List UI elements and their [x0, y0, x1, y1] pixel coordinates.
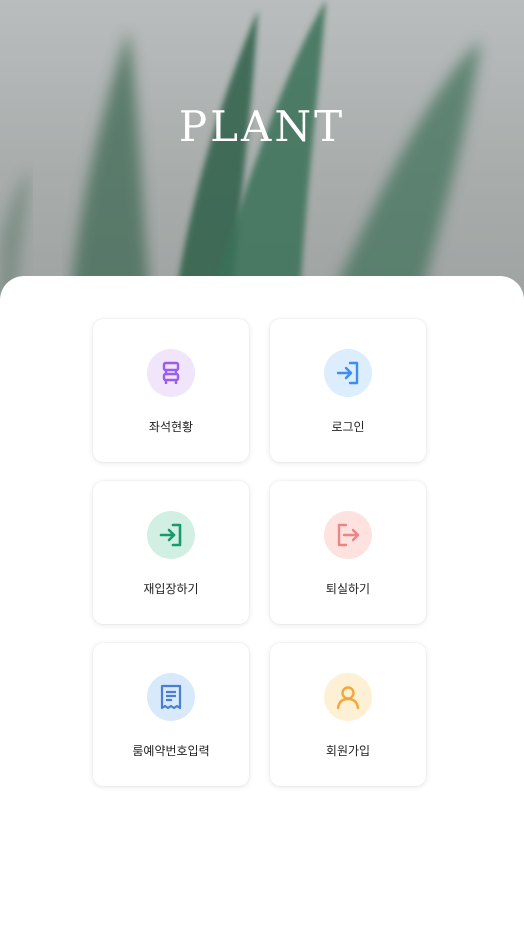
login-label: 로그인: [331, 420, 365, 434]
hero-background: PLANT: [0, 0, 524, 300]
reentry-label: 재입장하기: [143, 582, 199, 596]
login-card[interactable]: 로그인: [270, 319, 426, 462]
checkout-label: 퇴실하기: [325, 582, 371, 596]
signup-card[interactable]: 회원가입: [270, 643, 426, 786]
reentry-icon: [147, 511, 195, 559]
logout-icon: [324, 511, 372, 559]
seat-status-card[interactable]: 좌석현황: [93, 319, 249, 462]
room-reservation-label: 룸예약번호입력: [132, 744, 210, 758]
reentry-card[interactable]: 재입장하기: [93, 481, 249, 624]
receipt-icon: [147, 673, 195, 721]
seat-icon: [147, 349, 195, 397]
menu-sheet: 좌석현황 로그인 재입장하기 퇴실하기 룸예약번호입력 회원가입: [0, 276, 524, 936]
login-icon: [324, 349, 372, 397]
signup-label: 회원가입: [325, 744, 371, 758]
app-title: PLANT: [178, 102, 346, 151]
seat-status-label: 좌석현황: [148, 420, 194, 434]
user-icon: [324, 673, 372, 721]
checkout-card[interactable]: 퇴실하기: [270, 481, 426, 624]
room-reservation-card[interactable]: 룸예약번호입력: [93, 643, 249, 786]
